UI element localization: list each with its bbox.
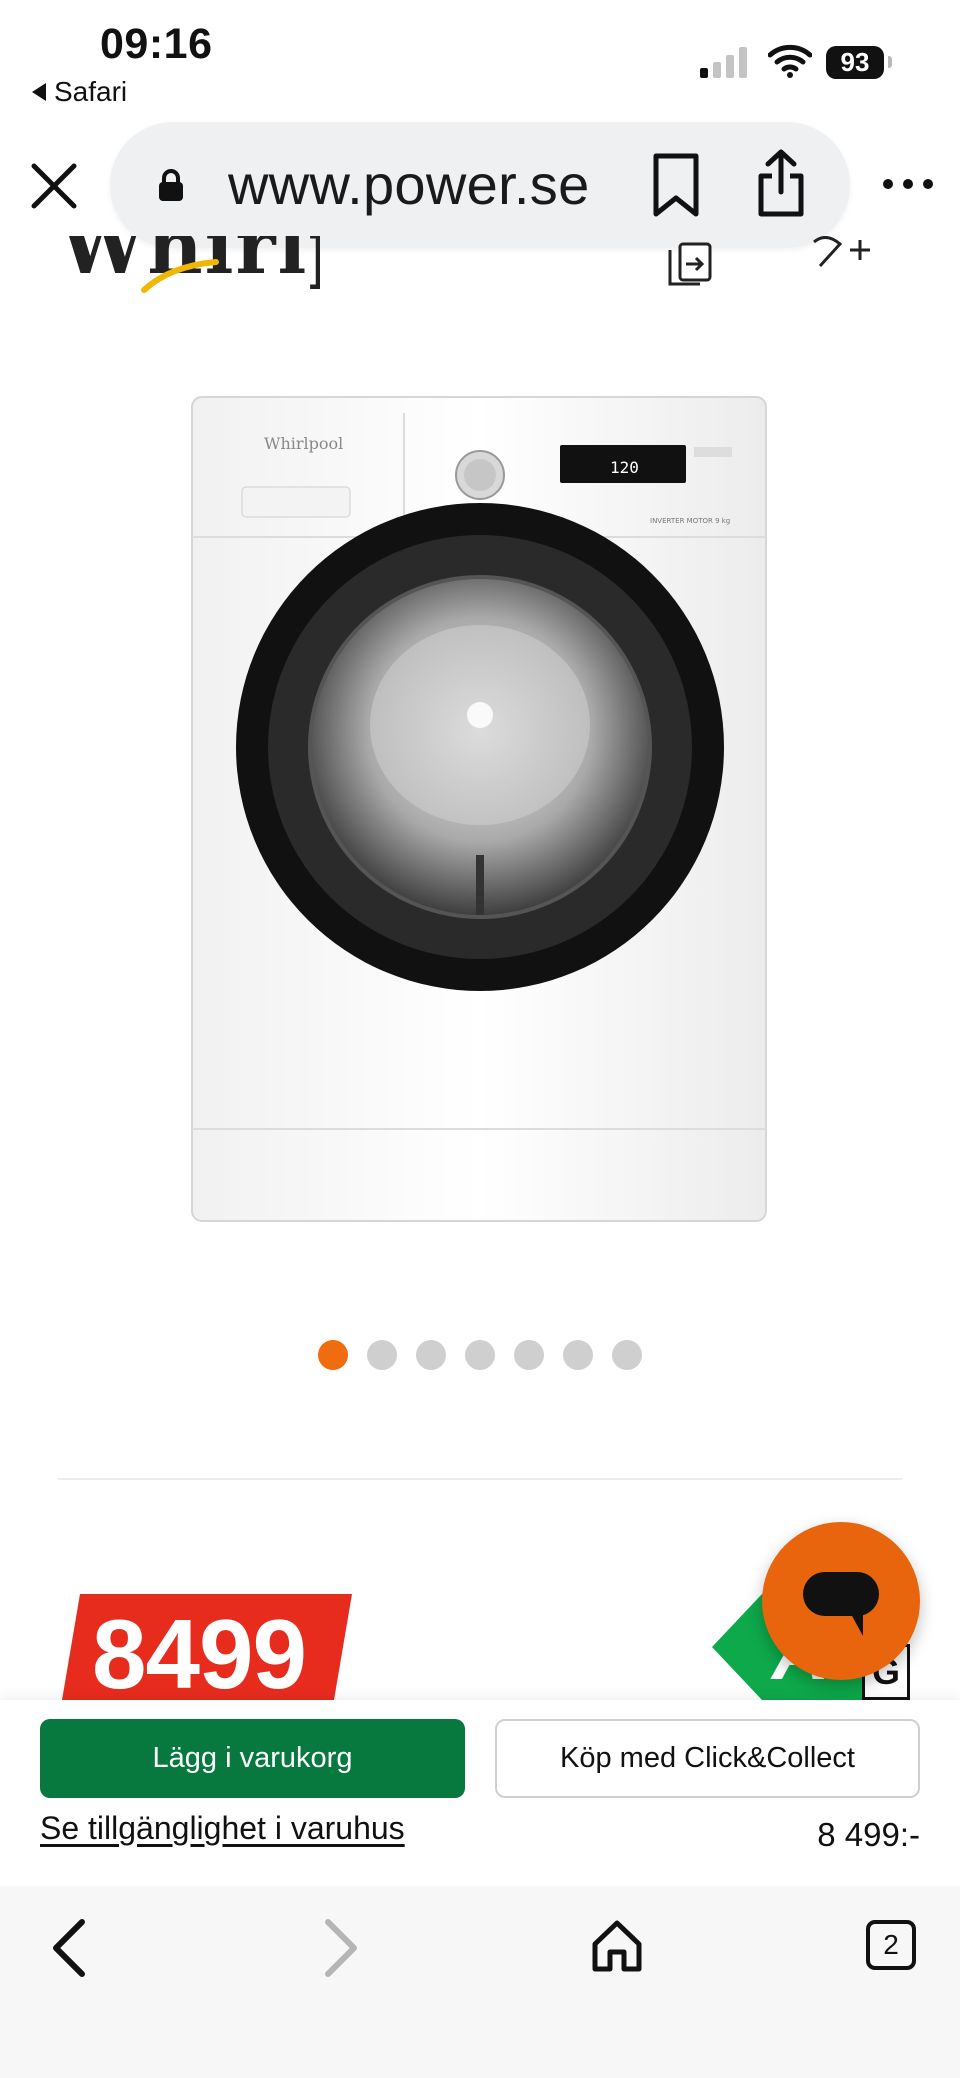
- click-collect-button[interactable]: Köp med Click&Collect: [495, 1719, 920, 1798]
- carousel-dot[interactable]: [367, 1340, 397, 1370]
- battery-indicator: 93: [826, 46, 884, 79]
- share-icon[interactable]: [756, 148, 806, 218]
- status-time: 09:16: [100, 20, 213, 68]
- chevron-right-icon[interactable]: [318, 1916, 362, 1980]
- back-app-label: Safari: [54, 76, 128, 107]
- battery-level: 93: [840, 47, 870, 77]
- carousel-dot[interactable]: [612, 1340, 642, 1370]
- price-badge: 8499: [62, 1594, 352, 1700]
- lock-icon: [159, 169, 183, 201]
- close-icon[interactable]: [28, 160, 80, 212]
- carousel-dot[interactable]: [416, 1340, 446, 1370]
- carousel-dot[interactable]: [465, 1340, 495, 1370]
- svg-text:INVERTER MOTOR 9 kg: INVERTER MOTOR 9 kg: [650, 517, 730, 525]
- product-image[interactable]: Whirlpool 120 INVERTER MOTOR 9 kg: [190, 395, 770, 1225]
- buy-bar: Lägg i varukorg Köp med Click&Collect Se…: [0, 1700, 960, 1886]
- svg-text:120: 120: [610, 458, 639, 477]
- add-to-cart-button[interactable]: Lägg i varukorg: [40, 1719, 465, 1798]
- address-bar[interactable]: www.power.se: [110, 122, 850, 248]
- cellular-signal-icon: [700, 46, 747, 78]
- carousel-dot[interactable]: [563, 1340, 593, 1370]
- chat-button[interactable]: [762, 1522, 920, 1680]
- battery-cap: [888, 56, 892, 68]
- browser-toolbar: 2: [0, 1886, 960, 2078]
- bookmark-icon[interactable]: [650, 152, 702, 218]
- compare-icon[interactable]: [666, 240, 722, 286]
- back-triangle-icon: [32, 83, 46, 101]
- chat-bubble-icon: [803, 1572, 879, 1636]
- wifi-icon: [768, 44, 812, 78]
- more-icon[interactable]: [880, 170, 936, 198]
- brand-logo[interactable]: Whirlpool: [60, 236, 320, 294]
- carousel-dot[interactable]: [514, 1340, 544, 1370]
- bottom-price: 8 499:-: [817, 1816, 920, 1853]
- divider: [58, 1478, 902, 1480]
- tabs-button[interactable]: 2: [866, 1920, 916, 1970]
- store-availability-link[interactable]: Se tillgänglighet i varuhus: [40, 1810, 405, 1847]
- back-to-app[interactable]: Safari: [32, 76, 127, 108]
- chevron-left-icon[interactable]: [48, 1916, 92, 1980]
- svg-text:Whirlpool: Whirlpool: [264, 434, 343, 453]
- price-value: 8499: [92, 1599, 307, 1700]
- carousel-dot[interactable]: [318, 1340, 348, 1370]
- home-icon[interactable]: [590, 1918, 644, 1974]
- brand-swoosh-icon: [141, 259, 219, 293]
- add-to-favorites-icon[interactable]: [810, 236, 870, 276]
- carousel-dots: [318, 1340, 642, 1370]
- url-text: www.power.se: [228, 153, 590, 216]
